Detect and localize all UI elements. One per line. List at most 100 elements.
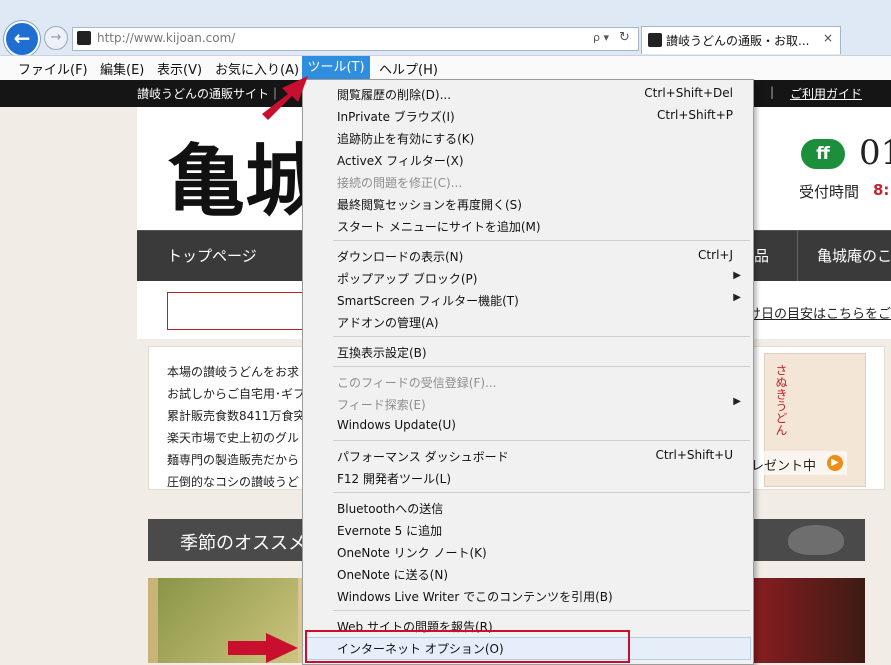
tab-close-icon[interactable]: × xyxy=(823,31,833,45)
menu-separator xyxy=(333,336,750,337)
tools-menu-item-label: このフィードの受信登録(F)... xyxy=(337,376,497,390)
intro-line: 累計販売食数8411万食突 xyxy=(167,409,306,423)
tools-menu-item-shortcut: Ctrl+J xyxy=(698,248,733,262)
tools-menu-item-shortcut: Ctrl+Shift+P xyxy=(657,108,733,122)
tools-menu-item[interactable]: F12 開発者ツール(L) xyxy=(304,467,751,489)
tools-menu-item[interactable]: Evernote 5 に追加 xyxy=(304,519,751,541)
tools-menu-item[interactable]: SmartScreen フィルター機能(T) ▶ xyxy=(304,289,751,311)
tools-menu-item-label: アドオンの管理(A) xyxy=(337,316,439,330)
tools-menu-item-label: OneNote リンク ノート(K) xyxy=(337,546,487,560)
tools-menu-item[interactable]: 閲覧履歴の削除(D)... Ctrl+Shift+Del xyxy=(304,83,751,105)
annotation-arrow-top-icon xyxy=(262,76,308,120)
tools-menu-item-label: 閲覧履歴の削除(D)... xyxy=(337,88,452,102)
nav-products[interactable]: 品 xyxy=(754,245,769,266)
search-dropdown-icon[interactable]: ρ ▾ xyxy=(593,31,609,44)
tools-menu-item-label: ダウンロードの表示(N) xyxy=(337,250,464,264)
refresh-icon[interactable]: ↻ xyxy=(619,30,630,45)
guide-link[interactable]: ご利用ガイド xyxy=(790,85,862,102)
nav-top-page[interactable]: トップページ xyxy=(167,245,257,266)
browser-tab[interactable]: 讃岐うどんの通販・お取... × xyxy=(641,26,841,54)
tools-menu-item[interactable]: Windows Live Writer でこのコンテンツを引用(B) xyxy=(304,585,751,607)
tools-menu-item[interactable]: フィード探索(E) ▶ xyxy=(304,393,751,415)
menu-separator xyxy=(333,440,750,441)
tools-menu-item[interactable]: 最終閲覧セッションを再度開く(S) xyxy=(304,193,751,215)
tools-menu-item-label: ActiveX フィルター(X) xyxy=(337,154,464,168)
tools-menu-item-label: Windows Live Writer でこのコンテンツを引用(B) xyxy=(337,590,613,604)
menu-bar: ファイル(F) 編集(E) 表示(V) お気に入り(A) ツール(T) ヘルプ(… xyxy=(0,55,891,81)
tools-menu-item-label: Bluetoothへの送信 xyxy=(337,502,444,516)
highlight-box xyxy=(305,630,630,663)
site-logo[interactable]: 亀城 xyxy=(167,119,323,231)
tools-menu-item[interactable]: 互換表示設定(B) xyxy=(304,341,751,363)
freedial-icon: ff xyxy=(801,139,845,169)
tools-menu-item[interactable]: パフォーマンス ダッシュボード Ctrl+Shift+U xyxy=(304,445,751,467)
tab-title: 讃岐うどんの通販・お取... xyxy=(666,34,810,48)
menu-view[interactable]: 表示(V) xyxy=(157,59,202,78)
forward-arrow-icon[interactable]: → xyxy=(44,26,68,50)
tools-menu-item-shortcut: Ctrl+Shift+U xyxy=(655,448,733,462)
tools-menu-item-label: フィード探索(E) xyxy=(337,398,426,412)
tools-menu-item[interactable]: 接続の問題を修正(C)... xyxy=(304,171,751,193)
intro-line: お試しからご自宅用･ギフ xyxy=(167,387,306,401)
submenu-arrow-icon: ▶ xyxy=(733,270,741,281)
menu-separator xyxy=(333,366,750,367)
site-favicon-icon xyxy=(77,31,91,45)
menu-separator xyxy=(333,610,750,611)
menu-separator xyxy=(333,492,750,493)
nav-about[interactable]: 亀城庵のこ xyxy=(817,245,891,266)
tools-menu-item-label: 互換表示設定(B) xyxy=(337,346,427,360)
tools-menu-item-label: パフォーマンス ダッシュボード xyxy=(337,450,509,464)
tools-menu-item[interactable]: スタート メニューにサイトを追加(M) xyxy=(304,215,751,237)
hours-label: 受付時間 xyxy=(799,183,860,201)
book-title: さぬきうどん xyxy=(774,364,788,436)
address-bar[interactable]: http://www.kijoan.com/ ρ ▾ ↻ xyxy=(72,27,639,51)
intro-line: 圧倒的なコシの讃岐うど xyxy=(167,475,300,489)
tools-menu-item-label: 接続の問題を修正(C)... xyxy=(337,176,463,190)
tools-menu-item[interactable]: OneNote リンク ノート(K) xyxy=(304,541,751,563)
tools-menu-item[interactable]: InPrivate ブラウズ(I) Ctrl+Shift+P xyxy=(304,105,751,127)
tools-menu-item[interactable]: アドオンの管理(A) xyxy=(304,311,751,333)
tools-menu-item-label: InPrivate ブラウズ(I) xyxy=(337,110,455,124)
season-title: 季節のオススメ xyxy=(180,533,306,554)
tools-menu-item-label: F12 開発者ツール(L) xyxy=(337,472,452,486)
browser-chrome: ← → http://www.kijoan.com/ ρ ▾ ↻ 讃岐うどんの通… xyxy=(0,0,891,81)
submenu-arrow-icon: ▶ xyxy=(733,292,741,303)
tools-menu-item[interactable]: ダウンロードの表示(N) Ctrl+J xyxy=(304,245,751,267)
address-url[interactable]: http://www.kijoan.com/ xyxy=(97,31,235,45)
turtle-icon xyxy=(788,525,844,555)
intro-line: 麺専門の製造販売だから xyxy=(167,453,300,467)
tools-menu-item-label: 最終閲覧セッションを再度開く(S) xyxy=(337,198,522,212)
tools-menu-item[interactable]: OneNote に送る(N) xyxy=(304,563,751,585)
menu-file[interactable]: ファイル(F) xyxy=(18,59,88,78)
nav-divider xyxy=(797,231,798,281)
hours-time: 8: xyxy=(873,181,890,199)
tools-dropdown-menu: 閲覧履歴の削除(D)... Ctrl+Shift+Del InPrivate ブラウ… xyxy=(302,79,754,665)
tools-menu-item[interactable]: 追跡防止を有効にする(K) xyxy=(304,127,751,149)
arrow-right-icon[interactable]: ▶ xyxy=(827,455,843,471)
submenu-arrow-icon: ▶ xyxy=(733,396,741,407)
topbar-separator: | xyxy=(770,85,775,99)
tools-menu-item-label: スタート メニューにサイトを追加(M) xyxy=(337,220,541,234)
intro-line: 本場の讃岐うどんをお求 xyxy=(167,365,300,379)
tools-menu-item-shortcut: Ctrl+Shift+Del xyxy=(644,86,733,100)
back-arrow-icon[interactable]: ← xyxy=(4,21,40,57)
menu-help[interactable]: ヘルプ(H) xyxy=(379,59,438,78)
tools-menu-item[interactable]: Bluetoothへの送信 xyxy=(304,497,751,519)
gift-text[interactable]: レゼント中 xyxy=(751,455,816,474)
phone-number: 01 xyxy=(859,133,891,173)
tools-menu-item[interactable]: ポップアップ ブロック(P) ▶ xyxy=(304,267,751,289)
tools-menu-item-label: Evernote 5 に追加 xyxy=(337,524,443,538)
tools-menu-item-label: ポップアップ ブロック(P) xyxy=(337,272,478,286)
tools-menu-item-label: OneNote に送る(N) xyxy=(337,568,448,582)
tools-menu-item[interactable]: Windows Update(U) xyxy=(304,415,751,437)
tools-menu-item[interactable]: ActiveX フィルター(X) xyxy=(304,149,751,171)
menu-edit[interactable]: 編集(E) xyxy=(100,59,144,78)
tools-menu-item[interactable]: このフィードの受信登録(F)... xyxy=(304,371,751,393)
intro-line: 楽天市場で史上初のグル xyxy=(167,431,300,445)
tools-menu-item-label: Windows Update(U) xyxy=(337,418,456,432)
shipping-link[interactable]: け日の目安はこちらをご xyxy=(748,303,891,322)
annotation-arrowhead-icon xyxy=(266,633,298,663)
annotation-arrow-icon xyxy=(228,641,268,655)
tools-menu-item-label: SmartScreen フィルター機能(T) xyxy=(337,294,519,308)
tools-menu-item-label: 追跡防止を有効にする(K) xyxy=(337,132,475,146)
